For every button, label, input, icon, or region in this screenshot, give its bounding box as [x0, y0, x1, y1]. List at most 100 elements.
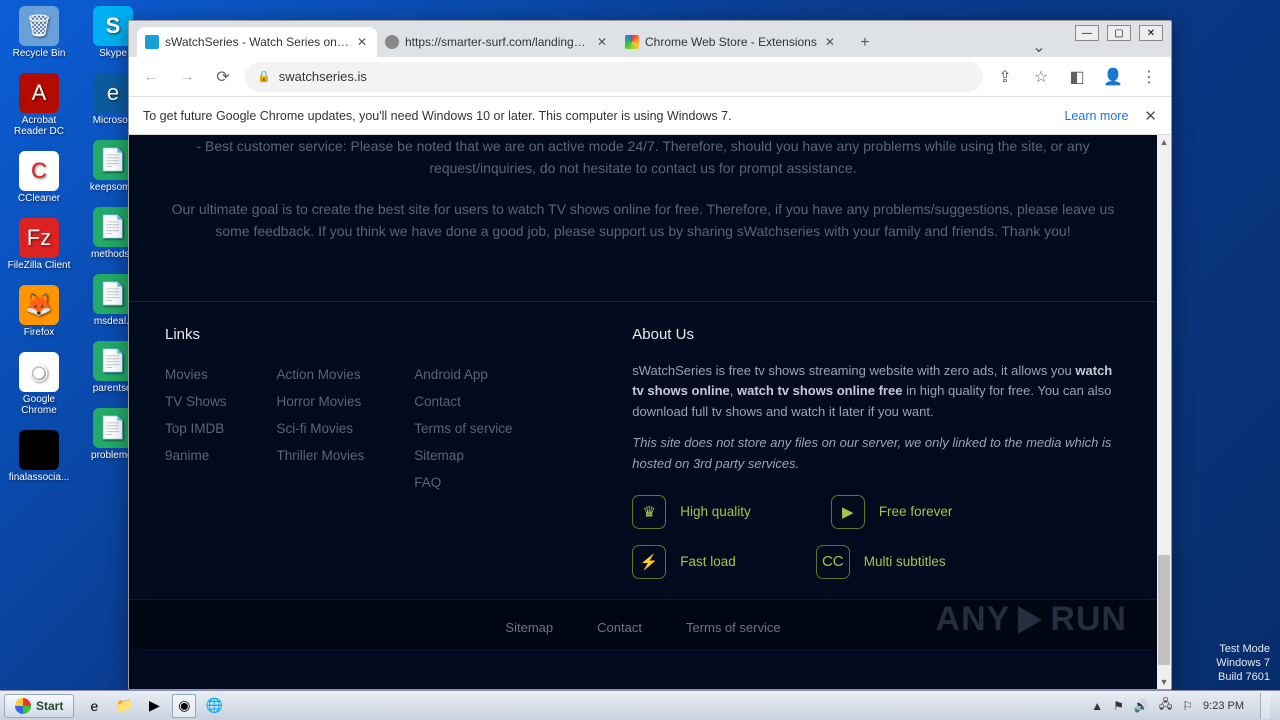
- close-button[interactable]: ✕: [1139, 25, 1163, 41]
- back-button[interactable]: ←: [137, 63, 165, 91]
- footer-link[interactable]: Action Movies: [277, 361, 365, 388]
- taskbar-pinned: e 📁 ▶ ◉ 🌐: [82, 694, 226, 718]
- sidepanel-icon[interactable]: ◧: [1063, 63, 1091, 91]
- chrome-icon[interactable]: ◉Google Chrome: [4, 352, 74, 416]
- anyrun-watermark: ANYRUN: [936, 600, 1127, 639]
- about-heading: About Us: [632, 326, 1121, 343]
- infobar-message: To get future Google Chrome updates, you…: [143, 109, 732, 123]
- footer-link[interactable]: Sitemap: [414, 442, 512, 469]
- badge-high-quality: ♛High quality: [632, 495, 751, 529]
- links-heading: Links: [165, 326, 572, 343]
- page-content: - Best customer service: Please be noted…: [129, 135, 1157, 689]
- footer-link[interactable]: Movies: [165, 361, 227, 388]
- footer-link[interactable]: Android App: [414, 361, 512, 388]
- acrobat-icon[interactable]: AAcrobat Reader DC: [4, 73, 74, 137]
- tab-webstore[interactable]: Chrome Web Store - Extensions ✕: [617, 27, 845, 57]
- learn-more-link[interactable]: Learn more: [1064, 109, 1128, 123]
- contact-link[interactable]: Contact: [597, 620, 642, 635]
- media-taskbar-icon[interactable]: ▶: [142, 694, 166, 718]
- footer-link[interactable]: 9anime: [165, 442, 227, 469]
- action-icon[interactable]: ⚐: [1182, 699, 1193, 713]
- crown-icon: ♛: [632, 495, 666, 529]
- link-col-1: Movies TV Shows Top IMDB 9anime: [165, 361, 227, 496]
- flag-icon[interactable]: ⚑: [1113, 699, 1124, 713]
- window-controls: — ▢ ✕: [1075, 25, 1163, 41]
- minimize-button[interactable]: —: [1075, 25, 1099, 41]
- badge-fast-load: ⚡Fast load: [632, 545, 736, 579]
- infobar-close-icon[interactable]: ✕: [1144, 107, 1157, 125]
- tos-link[interactable]: Terms of service: [686, 620, 781, 635]
- show-desktop-button[interactable]: [1260, 693, 1270, 719]
- play-icon: ▶: [831, 495, 865, 529]
- scroll-thumb[interactable]: [1158, 555, 1170, 665]
- chrome-taskbar-icon[interactable]: ◉: [172, 694, 196, 718]
- footer-link[interactable]: Terms of service: [414, 415, 512, 442]
- page-footer: Links Movies TV Shows Top IMDB 9anime Ac…: [129, 301, 1157, 599]
- page-viewport: - Best customer service: Please be noted…: [129, 135, 1171, 689]
- forward-button[interactable]: →: [173, 63, 201, 91]
- footer-link[interactable]: Sci-fi Movies: [277, 415, 365, 442]
- favicon-icon: [145, 35, 159, 49]
- menu-icon[interactable]: ⋮: [1135, 63, 1163, 91]
- system-tray: ▲ ⚑ 🔊 🖧 ⚐ 9:23 PM: [1091, 693, 1276, 719]
- tab-swatchseries[interactable]: sWatchSeries - Watch Series online ✕: [137, 27, 377, 57]
- footer-link[interactable]: Contact: [414, 388, 512, 415]
- share-icon[interactable]: ⇪: [991, 63, 1019, 91]
- windows-watermark: Test Mode Windows 7 Build 7601: [1216, 642, 1270, 684]
- filezilla-icon[interactable]: FzFileZilla Client: [4, 218, 74, 271]
- browser-toolbar: ← → ⟳ 🔒 swatchseries.is ⇪ ☆ ◧ 👤 ⋮: [129, 57, 1171, 97]
- tab-close-icon[interactable]: ✕: [823, 35, 837, 49]
- tab-dropdown[interactable]: ⌄: [1027, 37, 1051, 57]
- footer-link[interactable]: FAQ: [414, 469, 512, 496]
- badge-multi-subtitles: CCMulti subtitles: [816, 545, 946, 579]
- desktop: 🗑Recycle Bin AAcrobat Reader DC CCCleane…: [0, 0, 1280, 720]
- tab-close-icon[interactable]: ✕: [355, 35, 369, 49]
- disclaimer-text: This site does not store any files on ou…: [632, 433, 1121, 475]
- tray-up-icon[interactable]: ▲: [1091, 699, 1103, 713]
- bookmark-icon[interactable]: ☆: [1027, 63, 1055, 91]
- feature-badges: ♛High quality ▶Free forever ⚡Fast load C…: [632, 495, 1121, 579]
- link-col-2: Action Movies Horror Movies Sci-fi Movie…: [277, 361, 365, 496]
- url-text: swatchseries.is: [279, 69, 367, 84]
- play-triangle-icon: [1018, 606, 1042, 634]
- firefox-icon[interactable]: 🦊Firefox: [4, 285, 74, 338]
- edge-taskbar-icon[interactable]: 🌐: [202, 694, 226, 718]
- sitemap-link[interactable]: Sitemap: [505, 620, 553, 635]
- desktop-icons-col1: 🗑Recycle Bin AAcrobat Reader DC CCCleane…: [4, 6, 74, 483]
- recycle-bin-icon[interactable]: 🗑Recycle Bin: [4, 6, 74, 59]
- footer-link[interactable]: Horror Movies: [277, 388, 365, 415]
- ccleaner-icon[interactable]: CCCleaner: [4, 151, 74, 204]
- about-text: sWatchSeries is free tv shows streaming …: [632, 361, 1121, 423]
- footer-link[interactable]: TV Shows: [165, 388, 227, 415]
- scroll-down-arrow[interactable]: ▼: [1157, 675, 1171, 689]
- network-icon[interactable]: 🖧: [1159, 695, 1172, 716]
- profile-icon[interactable]: 👤: [1099, 63, 1127, 91]
- update-infobar: To get future Google Chrome updates, you…: [129, 97, 1171, 135]
- tab-close-icon[interactable]: ✕: [595, 35, 609, 49]
- ie-taskbar-icon[interactable]: e: [82, 694, 106, 718]
- footer-link[interactable]: Top IMDB: [165, 415, 227, 442]
- volume-icon[interactable]: 🔊: [1134, 699, 1149, 713]
- badge-free-forever: ▶Free forever: [831, 495, 953, 529]
- tab-bar: sWatchSeries - Watch Series online ✕ htt…: [129, 21, 1171, 57]
- bolt-icon: ⚡: [632, 545, 666, 579]
- maximize-button[interactable]: ▢: [1107, 25, 1131, 41]
- lock-icon: 🔒: [257, 70, 271, 83]
- chrome-favicon-icon: [625, 35, 639, 49]
- new-tab-button[interactable]: +: [851, 29, 879, 57]
- cc-icon: CC: [816, 545, 850, 579]
- feature-text: - Best customer service: Please be noted…: [165, 135, 1121, 180]
- footer-link[interactable]: Thriller Movies: [277, 442, 365, 469]
- mission-text: Our ultimate goal is to create the best …: [165, 198, 1121, 243]
- tab-smarter-surf[interactable]: https://smarter-surf.com/landing/?e ✕: [377, 27, 617, 57]
- chrome-window: — ▢ ✕ sWatchSeries - Watch Series online…: [128, 20, 1172, 690]
- windows-orb-icon: [15, 698, 31, 714]
- vertical-scrollbar[interactable]: ▲ ▼: [1157, 135, 1171, 689]
- file-icon[interactable]: finalassocia...: [4, 430, 74, 483]
- reload-button[interactable]: ⟳: [209, 63, 237, 91]
- scroll-up-arrow[interactable]: ▲: [1157, 135, 1171, 149]
- clock[interactable]: 9:23 PM: [1203, 700, 1244, 712]
- start-button[interactable]: Start: [4, 694, 74, 718]
- address-bar[interactable]: 🔒 swatchseries.is: [245, 62, 983, 92]
- explorer-taskbar-icon[interactable]: 📁: [112, 694, 136, 718]
